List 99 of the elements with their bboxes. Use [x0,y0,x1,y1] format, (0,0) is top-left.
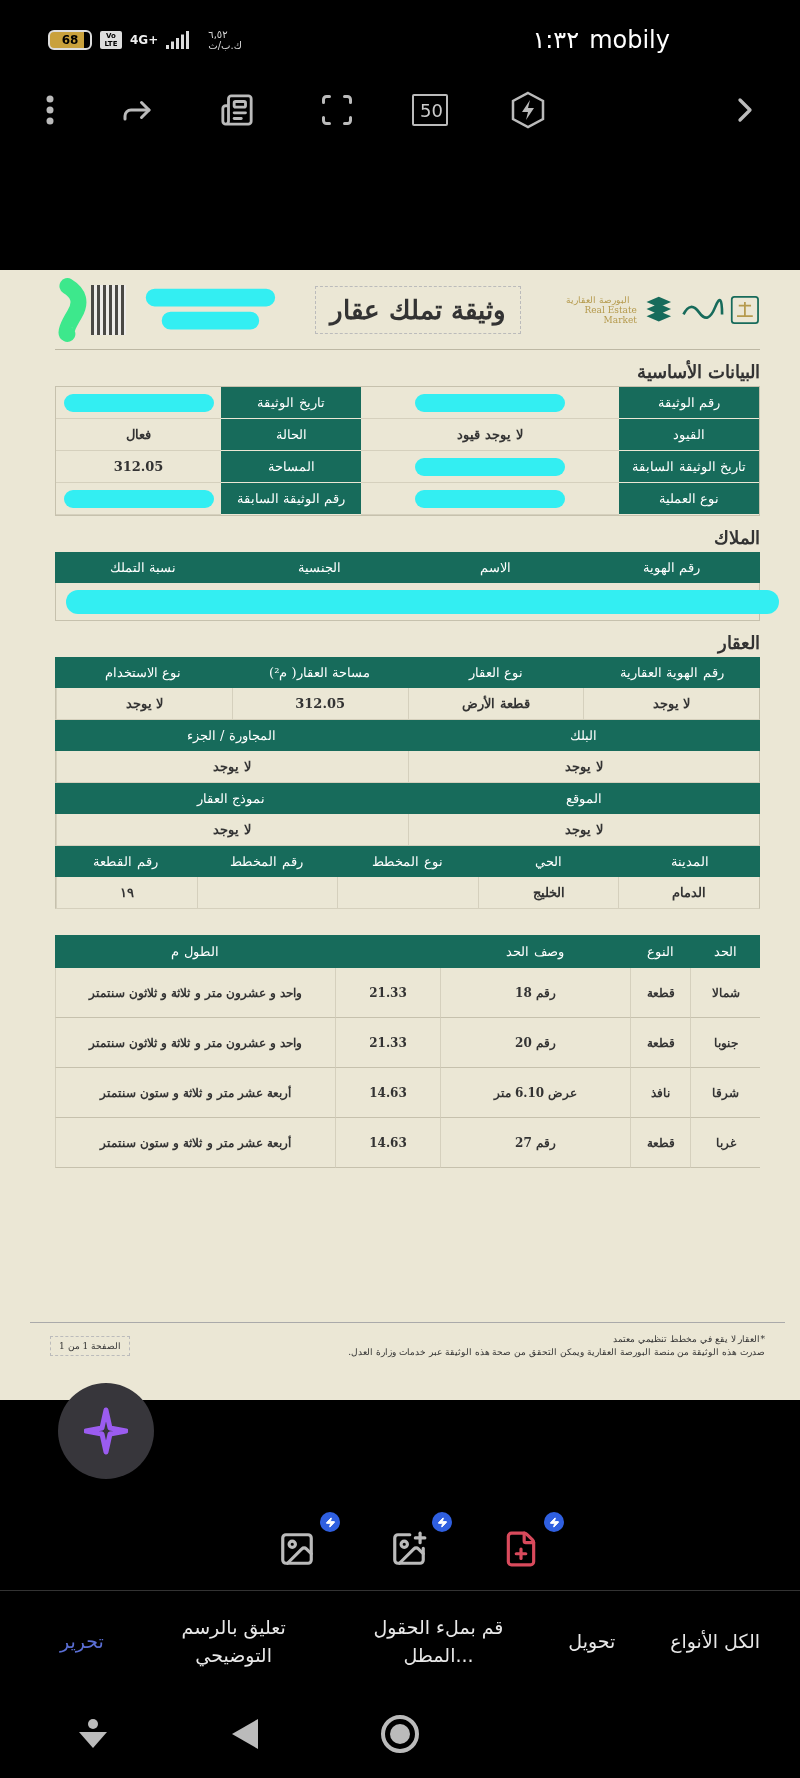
page-layout-icon [220,93,254,127]
document-title: وثيقة تملك عقار [315,285,522,334]
table-cell: واحد و عشرون متر و ثلاثة و ثلاثون سنتمتر [55,968,335,1018]
status-time: ١:٣٢ [532,26,580,54]
market-logo-text: Real Estate Market [584,304,637,325]
column-header: الحي [534,853,563,871]
field-label: نوع العملية [619,483,759,515]
column-header: الموقع [564,790,603,809]
column-header: نموذج العقار [195,790,267,809]
table-cell: غربا [690,1118,760,1168]
network-type: 4G+ [130,33,159,47]
table-cell: 14.63 [335,1118,440,1168]
table-cell: 21.33 [335,968,440,1018]
qr-code [90,284,127,335]
table-cell: 312.05 [295,696,345,711]
table-cell: لا يوجد [565,759,603,774]
table-cell: عرض 6.10 متر [440,1068,630,1118]
column-header: نسبة التملك [109,559,178,577]
column-header: المجاورة / الجزء [185,727,277,746]
field-label: القيود [619,419,759,451]
table-cell: لا يوجد [652,696,691,711]
image-plus-icon [390,1530,428,1568]
image-icon [278,1530,316,1568]
table-cell: 21.33 [335,1018,440,1068]
table-cell: نافذ [630,1068,690,1118]
table-cell: قطعة [630,1118,690,1168]
field-label: تاريخ الوثيقة السابقة [619,451,759,483]
field-label: المساحة [221,451,361,483]
column-header: رقم المخطط [229,853,304,872]
column-header: نوع الاستخدام [104,664,183,683]
section-title: البيانات الأساسية [635,359,760,384]
table-cell: الخليج [532,885,565,900]
battery-indicator: 68 [48,30,92,50]
table-cell: رقم 27 [440,1118,630,1168]
table-cell: قطعة الأرض [462,696,530,711]
bottom-tab[interactable]: تحويل [568,1626,616,1655]
table-cell: قطعة [630,1018,690,1068]
frame-corners-icon [319,92,355,128]
table-cell: لا يوجد [125,696,164,711]
table-cell: رقم 18 [440,968,630,1018]
footer-note: *العقار لا يقع في مخطط تنظيمي معتمد [612,1334,765,1344]
column-header: النوع [630,935,690,968]
speed-unit: ك.ب/ث [208,40,242,51]
table-cell: 14.63 [335,1068,440,1118]
more-vertical-icon [46,95,54,125]
table-cell: واحد و عشرون متر و ثلاثة و ثلاثون سنتمتر [55,1018,335,1068]
field-value: 312.05 [113,459,164,474]
column-header: نوع العقار [467,664,524,683]
table-cell: لا يوجد [213,759,251,774]
back-triangle-icon [230,1717,260,1751]
table-cell: لا يوجد [213,822,251,837]
footer-note: صدرت هذه الوثيقة من منصة البورصة العقارية ويمكن التحقق من صحة هذه الوثيقة عبر خدمات وزارة العدل. [348,1347,765,1357]
field-label: تاريخ الوثيقة [221,387,361,419]
column-header: رقم الهوية [642,559,702,578]
section-title: الملاك [713,526,760,550]
column-header: الطول م [55,935,335,968]
column-header: مساحة العقار( م²) [268,664,371,683]
home-circle-icon [380,1714,420,1754]
column-header: رقم الهوية العقارية [619,664,725,683]
column-header: الحد [690,935,760,968]
column-header: نوع المخطط [371,853,444,872]
table-cell: ١٩ [119,885,134,900]
bottom-tab[interactable]: قم بملء الحقول المطل... [363,1612,514,1669]
bottom-tab[interactable]: تحرير [60,1626,104,1655]
field-value: فعال [126,427,151,442]
table-cell: رقم 20 [440,1018,630,1068]
table-cell: الدمام [672,885,707,900]
zoom-level-button[interactable]: 50 [412,94,448,126]
column-header: الجنسية [296,559,342,577]
sparkle-icon [84,1406,128,1456]
home-nav-button[interactable] [380,1714,420,1754]
carrier-name: mobily [589,26,670,54]
field-label: الحالة [221,419,361,451]
bottom-tab[interactable]: تعليق بالرسم التوضيحي [158,1612,309,1669]
bottom-tab[interactable]: الكل الأنواع [670,1626,760,1655]
table-cell: أربعة عشر متر و ثلاثة و ستون سنتمتر [55,1118,335,1168]
table-cell: أربعة عشر متر و ثلاثة و ستون سنتمتر [55,1068,335,1118]
field-value: لا يوجد قيود [457,427,523,442]
table-cell: شرقا [690,1068,760,1118]
field-label: رقم الوثيقة السابقة [221,483,361,515]
lightning-badge-icon [432,1512,452,1532]
table-cell: لا يوجد [565,822,603,837]
network-speed: ٦,٥٢ [208,29,229,40]
table-cell: جنوبا [690,1018,760,1068]
table-cell: قطعة [630,968,690,1018]
column-header: المدينة [669,853,710,871]
table-cell: شمالا [690,968,760,1018]
market-logo-arabic: البورصة العقارية [566,294,631,305]
lightning-hexagon-icon [510,91,546,129]
column-header: البلك [569,727,599,745]
field-label: رقم الوثيقة [619,387,759,419]
lightning-badge-icon [544,1512,564,1532]
section-title: العقار [716,631,760,656]
column-header: وصف الحد [440,935,630,968]
column-header: رقم القطعة [92,853,159,872]
page-number: الصفحة 1 من 1 [50,1335,131,1356]
column-header: الاسم [479,559,513,578]
back-nav-button[interactable] [230,1717,260,1751]
lightning-badge-icon [320,1512,340,1532]
